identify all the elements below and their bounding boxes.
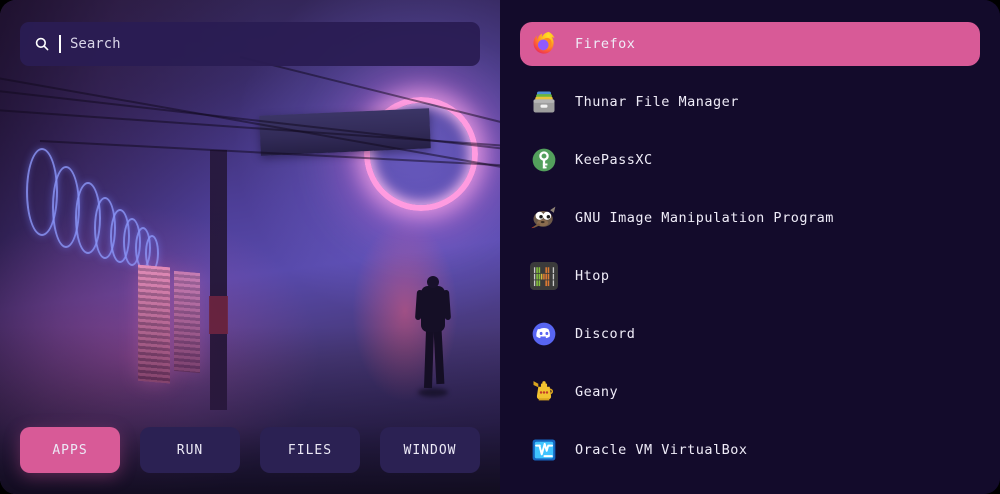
mode-tab-files[interactable]: FILES xyxy=(260,427,360,473)
street-sign xyxy=(209,296,228,334)
wallpaper-background xyxy=(0,0,500,494)
app-item-htop[interactable]: Htop xyxy=(520,254,980,298)
virtualbox-icon xyxy=(530,436,558,464)
app-item-label: Geany xyxy=(575,384,618,400)
left-panel: APPS RUN FILES WINDOW xyxy=(0,0,500,494)
app-item-geany[interactable]: Geany xyxy=(520,370,980,414)
app-item-gnu-image-manipulation-program[interactable]: GNU Image Manipulation Program xyxy=(520,196,980,240)
search-bar[interactable] xyxy=(20,22,480,66)
search-input[interactable] xyxy=(70,36,466,52)
mode-tab-run[interactable]: RUN xyxy=(140,427,240,473)
app-item-label: Htop xyxy=(575,268,610,284)
mode-tabs: APPS RUN FILES WINDOW xyxy=(20,427,480,473)
mode-tab-window[interactable]: WINDOW xyxy=(380,427,480,473)
app-item-discord[interactable]: Discord xyxy=(520,312,980,356)
app-item-label: Thunar File Manager xyxy=(575,94,739,110)
firefox-icon xyxy=(530,30,558,58)
street-pillar xyxy=(210,150,227,410)
gimp-icon xyxy=(530,204,558,232)
search-icon xyxy=(34,36,50,52)
htop-icon xyxy=(530,262,558,290)
mode-tab-apps[interactable]: APPS xyxy=(20,427,120,473)
app-item-label: Discord xyxy=(575,326,635,342)
app-item-keepassxc[interactable]: KeePassXC xyxy=(520,138,980,182)
roller-shutter xyxy=(138,265,170,384)
app-launcher-window: APPS RUN FILES WINDOW Firefox Thunar File Ma… xyxy=(0,0,1000,494)
text-cursor xyxy=(59,35,61,53)
app-item-label: Firefox xyxy=(575,36,635,52)
roller-shutter xyxy=(174,271,200,373)
person-silhouette xyxy=(418,276,448,400)
app-list: Firefox Thunar File Manager KeePassXC GNU I… xyxy=(500,0,1000,494)
thunar-icon xyxy=(530,88,558,116)
keepassxc-icon xyxy=(530,146,558,174)
discord-icon xyxy=(530,320,558,348)
app-item-label: GNU Image Manipulation Program xyxy=(575,210,834,226)
app-item-firefox[interactable]: Firefox xyxy=(520,22,980,66)
app-item-label: Oracle VM VirtualBox xyxy=(575,442,748,458)
app-item-thunar-file-manager[interactable]: Thunar File Manager xyxy=(520,80,980,124)
app-item-label: KeePassXC xyxy=(575,152,653,168)
app-item-oracle-vm-virtualbox[interactable]: Oracle VM VirtualBox xyxy=(520,428,980,472)
geany-icon xyxy=(530,378,558,406)
